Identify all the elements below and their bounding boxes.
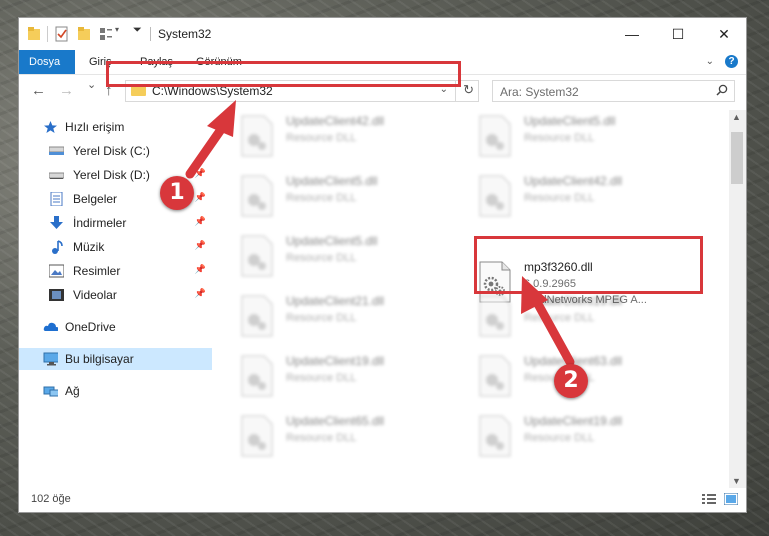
callout-2: 2 [554, 364, 588, 398]
annotation-arrows [185, 100, 575, 367]
arrow-head-address [207, 100, 236, 137]
callout-1: 1 [160, 176, 194, 210]
arrow-to-file [533, 299, 575, 367]
arrow-to-address [185, 123, 227, 179]
